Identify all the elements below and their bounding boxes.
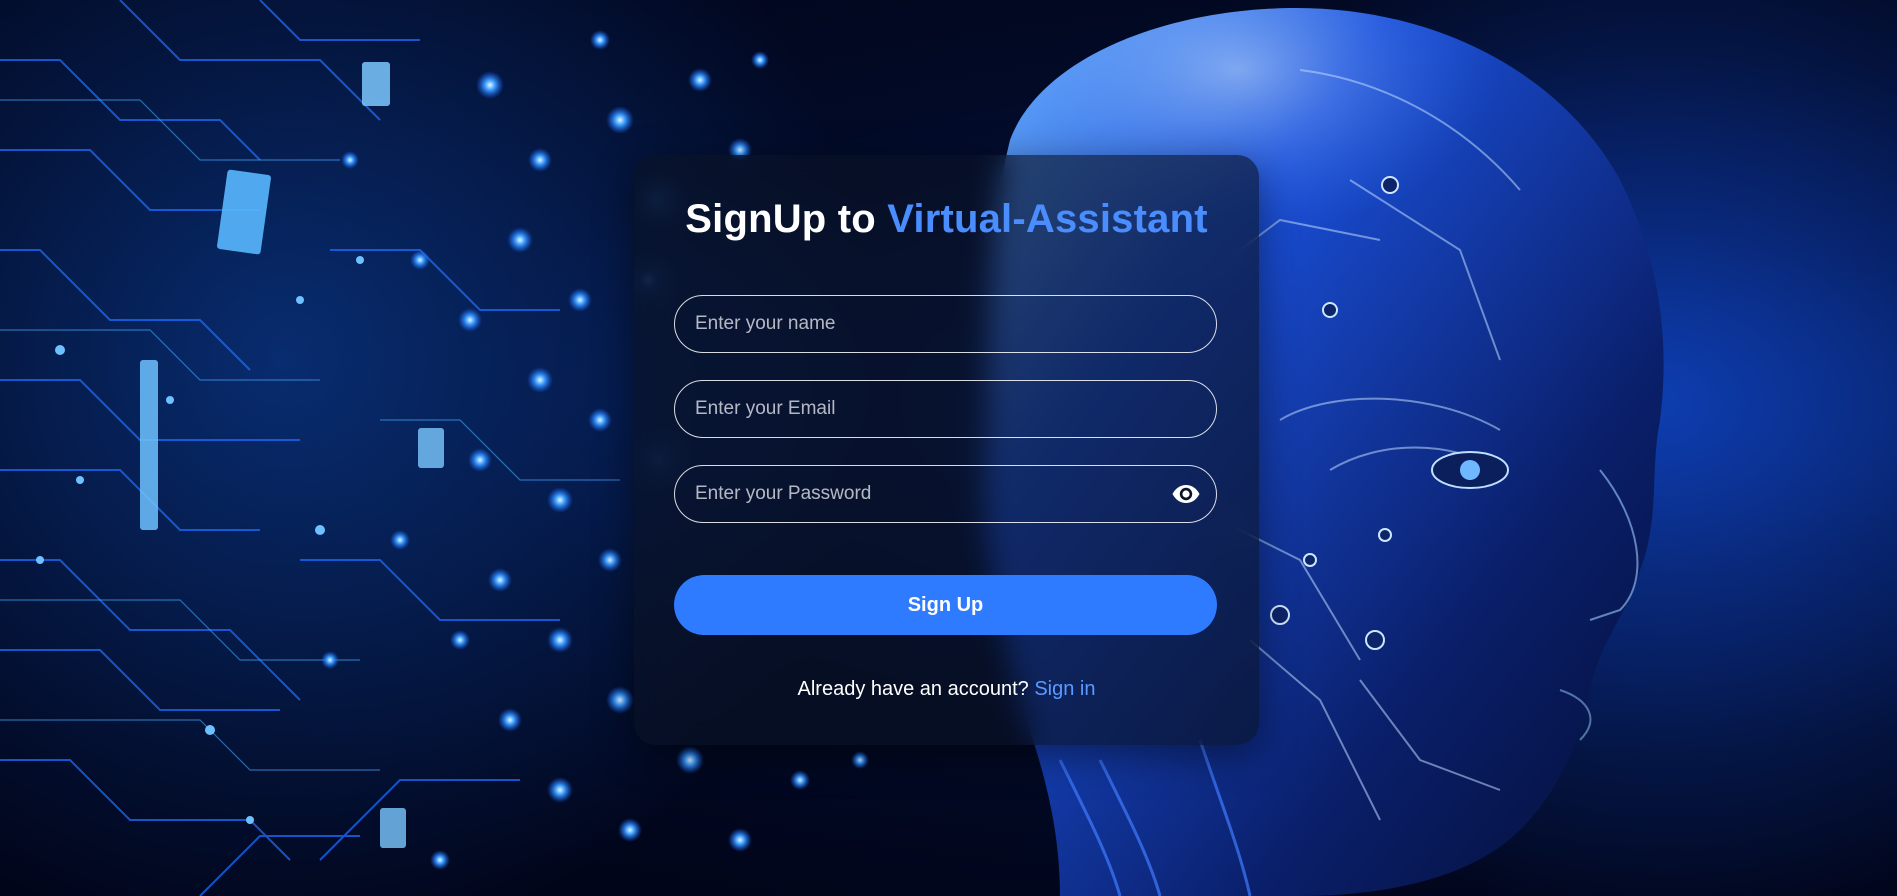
email-field [674,380,1217,438]
password-input[interactable] [675,466,1164,522]
signin-link[interactable]: Sign in [1034,678,1095,700]
name-input[interactable] [675,296,1216,352]
page-title: SignUp to Virtual-Assistant [634,197,1259,242]
email-input[interactable] [675,381,1216,437]
password-field [674,465,1217,523]
title-prefix: SignUp to [685,197,888,241]
signup-button[interactable]: Sign Up [674,575,1217,635]
signup-card: SignUp to Virtual-Assistant Sign Up Alre… [634,155,1259,745]
eye-icon[interactable] [1164,472,1208,516]
title-app-name: Virtual-Assistant [887,197,1208,241]
signup-page: SignUp to Virtual-Assistant Sign Up Alre… [0,0,1897,896]
name-field [674,295,1217,353]
signin-prompt: Already have an account? Sign in [634,678,1259,701]
signin-prompt-text: Already have an account? [797,678,1035,700]
